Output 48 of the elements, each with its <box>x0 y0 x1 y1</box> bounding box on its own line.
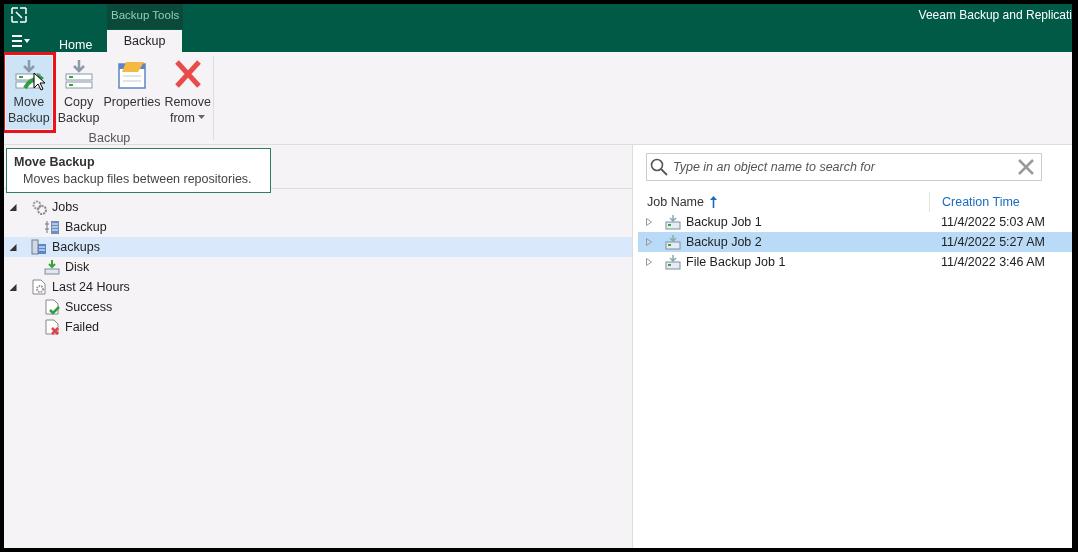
table-cell: 11/4/2022 5:27 AM <box>941 235 1046 249</box>
remove-from-button[interactable]: Remove from <box>162 56 213 129</box>
column-header[interactable]: Creation Time <box>929 192 1020 212</box>
expanded-arrow-icon[interactable] <box>9 283 17 291</box>
backup-job-icon <box>665 214 681 230</box>
expanded-arrow-icon[interactable] <box>9 203 17 211</box>
tree-item[interactable]: Success <box>65 300 113 314</box>
backup-job-icon <box>665 234 681 250</box>
context-tab-label: Backup Tools <box>107 4 184 29</box>
expand-arrow-icon[interactable] <box>646 258 652 266</box>
copy-backup-icon <box>62 58 95 90</box>
tooltip-text: Moves backup files between repositories. <box>23 172 252 186</box>
ribbon-tab[interactable]: Backup <box>107 30 182 52</box>
document-error-icon <box>44 319 60 335</box>
tree-item[interactable]: Last 24 Hours <box>52 280 130 294</box>
copy-button[interactable]: Copy Backup <box>55 56 102 129</box>
table-cell: 11/4/2022 3:46 AM <box>941 255 1046 269</box>
disk-icon <box>44 259 60 275</box>
tree-item[interactable]: Backup <box>65 220 107 234</box>
tooltip-title: Move Backup <box>14 155 96 169</box>
table-cell[interactable]: Backup Job 2 <box>686 235 762 249</box>
tree-item[interactable]: Disk <box>65 260 90 274</box>
mouse-cursor-icon <box>33 72 46 91</box>
column-header[interactable]: Job Name <box>646 195 929 209</box>
tree-item[interactable]: Backups <box>52 240 100 254</box>
job-icon <box>44 219 60 235</box>
properties-button[interactable]: Properties <box>101 56 163 129</box>
clear-icon[interactable] <box>1018 159 1034 175</box>
document-gear-icon <box>31 279 47 295</box>
menu-icon[interactable] <box>11 34 31 48</box>
backups-icon <box>31 239 47 255</box>
ribbon-tab[interactable]: Home <box>59 33 93 52</box>
expanded-arrow-icon[interactable] <box>9 243 17 251</box>
ribbon-group-label: Backup <box>88 131 131 145</box>
app-logo-icon <box>10 6 28 24</box>
table-cell: 11/4/2022 5:03 AM <box>941 215 1046 229</box>
window-title: Veeam Backup and Replicati <box>918 7 1072 24</box>
tree-item[interactable]: Failed <box>65 320 100 334</box>
search-field[interactable]: Type in an object name to search for <box>646 153 1042 181</box>
search-icon <box>650 158 668 176</box>
document-check-icon <box>44 299 60 315</box>
table-cell[interactable]: File Backup Job 1 <box>686 255 786 269</box>
tree-item[interactable]: Jobs <box>52 200 79 214</box>
sort-ascending-icon <box>710 196 717 208</box>
backup-job-icon <box>665 254 681 270</box>
expand-arrow-icon[interactable] <box>646 218 652 226</box>
gears-icon <box>31 199 47 215</box>
table-cell[interactable]: Backup Job 1 <box>686 215 762 229</box>
